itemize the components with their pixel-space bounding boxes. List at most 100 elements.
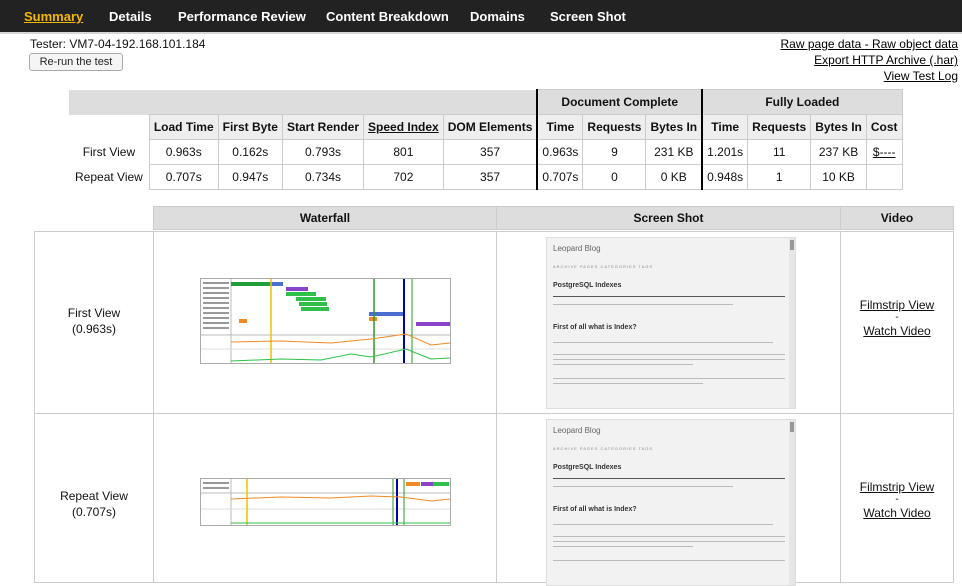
col-dom-elements: DOM Elements (442, 114, 538, 140)
waterfall-bar (271, 282, 283, 286)
cell-start-render: 0.793s (281, 139, 365, 165)
col-full-time: Time (701, 114, 749, 140)
text-line (553, 541, 785, 542)
col-doc-bytes: Bytes In (645, 114, 703, 140)
export-har-link[interactable]: Export HTTP Archive (.har) (814, 53, 958, 67)
tab-screen-shot[interactable]: Screen Shot (550, 9, 626, 24)
col-doc-time: Time (536, 114, 584, 140)
waterfall-bar (239, 319, 247, 323)
top-nav: Summary Details Performance Review Conte… (0, 0, 962, 32)
cell-doc-requests: 0 (582, 164, 647, 190)
blog-title: Leopard Blog (553, 244, 601, 253)
post-rule (553, 296, 785, 297)
waterfall-bar (369, 317, 377, 321)
view-time: (0.707s) (71, 505, 117, 519)
post-subheading: First of all what is Index? (553, 506, 637, 513)
cell-full-time: 1.201s (701, 139, 749, 165)
text-line (553, 560, 785, 561)
first-view-waterfall-thumbnail[interactable] (200, 278, 451, 364)
post-rule (553, 478, 785, 479)
row-label: First View (82, 145, 136, 159)
cell-full-requests: 11 (747, 139, 812, 165)
post-title: PostgreSQL Indexes (553, 282, 622, 289)
waterfall-header: Waterfall (153, 206, 497, 230)
watch-video-link[interactable]: Watch Video (841, 506, 953, 520)
raw-page-data-link[interactable]: Raw page data (781, 37, 862, 51)
cell-speed-index: 702 (363, 164, 444, 190)
divider (153, 232, 154, 413)
blog-menu: ARCHIVE PAGES CATEGORIES TAGS (553, 446, 654, 451)
video-header: Video (840, 206, 954, 230)
text-line (553, 383, 703, 384)
blank-header (69, 114, 150, 140)
request-label (203, 487, 229, 489)
cell-speed-index: 801 (363, 139, 444, 165)
repeat-view-row: Repeat View (0.707s) Leopard Blog ARCHIV… (34, 413, 954, 586)
rerun-button[interactable]: Re-run the test (29, 53, 123, 71)
cell-cost (865, 164, 903, 190)
tab-details[interactable]: Details (109, 9, 152, 24)
divider (153, 414, 154, 582)
post-title: PostgreSQL Indexes (553, 464, 622, 471)
repeat-view-screenshot[interactable]: Leopard Blog ARCHIVE PAGES CATEGORIES TA… (546, 419, 796, 586)
request-label (203, 482, 229, 484)
view-name: First View (67, 306, 121, 320)
waterfall-bar (231, 282, 271, 286)
table-row: Repeat View 0.707s 0.947s 0.734s 702 357… (69, 164, 903, 190)
cell-start-render: 0.734s (281, 164, 365, 190)
waterfall-bar (296, 297, 326, 301)
cell-full-bytes: 237 KB (810, 139, 867, 165)
waterfall-bar (299, 302, 327, 306)
waterfall-bar (416, 322, 450, 326)
view-test-log-link[interactable]: View Test Log (884, 69, 958, 83)
waterfall-bar (286, 287, 308, 291)
filmstrip-view-link[interactable]: Filmstrip View (841, 480, 953, 494)
cost-link[interactable]: $---- (865, 139, 903, 165)
first-view-label: First View (0.963s) (35, 305, 153, 337)
text-line (553, 536, 785, 537)
text-line (553, 378, 785, 379)
results-table: Document Complete Fully Loaded Load Time… (69, 89, 903, 190)
divider (496, 414, 497, 582)
watch-video-link[interactable]: Watch Video (841, 324, 953, 338)
waterfall-bar (301, 307, 329, 311)
tab-summary[interactable]: Summary (24, 9, 83, 24)
tab-content-breakdown[interactable]: Content Breakdown (326, 9, 449, 24)
waterfall-bar (406, 482, 420, 486)
link-dash: - (895, 494, 899, 505)
repeat-view-label: Repeat View (0.707s) (35, 488, 153, 520)
cell-load-time: 0.707s (148, 164, 219, 190)
cell-first-byte: 0.947s (217, 164, 283, 190)
cell-full-time: 0.948s (701, 164, 749, 190)
nav-divider (0, 32, 962, 34)
cell-first-byte: 0.162s (217, 139, 283, 165)
cell-load-time: 0.963s (148, 139, 219, 165)
view-time: (0.963s) (71, 322, 117, 336)
waterfall-bar (286, 292, 316, 296)
repeat-view-waterfall-thumbnail[interactable] (200, 478, 451, 526)
raw-data-links: Raw page data - Raw object data (781, 37, 958, 51)
tab-performance-review[interactable]: Performance Review (178, 9, 306, 24)
cell-doc-bytes: 231 KB (645, 139, 703, 165)
filmstrip-view-link[interactable]: Filmstrip View (841, 298, 953, 312)
col-load-time: Load Time (148, 114, 219, 140)
first-view-video-links: Filmstrip View - Watch Video (841, 298, 953, 338)
blank-header (69, 89, 150, 115)
repeat-view-video-links: Filmstrip View - Watch Video (841, 480, 953, 520)
link-dash: - (895, 312, 899, 323)
row-label: Repeat View (75, 170, 143, 184)
raw-object-data-link[interactable]: Raw object data (872, 37, 958, 51)
col-full-requests: Requests (747, 114, 812, 140)
first-view-screenshot[interactable]: Leopard Blog ARCHIVE PAGES CATEGORIES TA… (546, 237, 796, 409)
waterfall-bar (433, 482, 449, 486)
cell-doc-bytes: 0 KB (645, 164, 703, 190)
col-full-bytes: Bytes In (810, 114, 867, 140)
cell-doc-requests: 9 (582, 139, 647, 165)
col-first-byte: First Byte (217, 114, 283, 140)
tab-domains[interactable]: Domains (470, 9, 525, 24)
text-line (553, 524, 773, 525)
cell-full-bytes: 10 KB (810, 164, 867, 190)
cell-doc-time: 0.707s (536, 164, 584, 190)
first-view-row: First View (0.963s) Leopard Blog ARCHIVE… (34, 231, 954, 414)
col-speed-index-link[interactable]: Speed Index (363, 114, 444, 140)
